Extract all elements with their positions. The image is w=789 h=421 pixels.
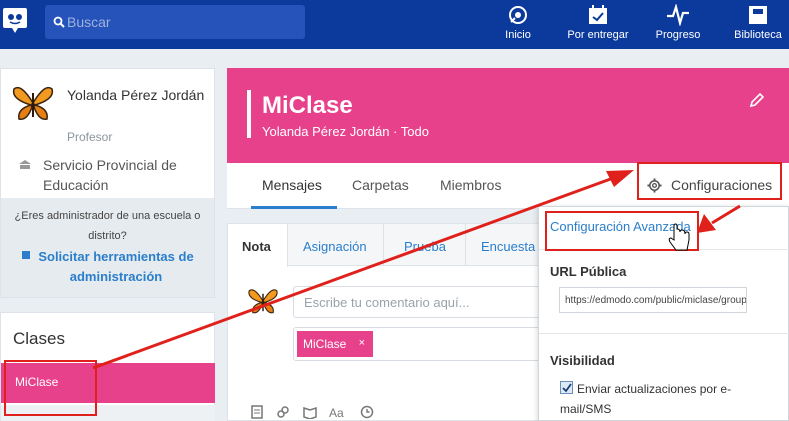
gear-icon (647, 178, 662, 193)
header-accent-bar (247, 90, 251, 138)
composer-tab-nota[interactable]: Nota (228, 224, 288, 267)
nav-progreso[interactable]: Progreso (652, 0, 704, 49)
school-link[interactable]: Servicio Provincial de Educación (19, 155, 214, 195)
pencil-icon[interactable] (749, 92, 765, 108)
tab-mensajes[interactable]: Mensajes (262, 177, 322, 193)
search-box[interactable] (45, 5, 305, 39)
tab-miembros[interactable]: Miembros (440, 177, 501, 193)
remove-recipient-icon[interactable]: × (359, 337, 365, 349)
advanced-settings-link[interactable]: Configuración Avanzada (550, 219, 691, 234)
dropdown-divider (539, 249, 789, 250)
library-icon (749, 6, 767, 24)
admin-bullet-icon (22, 251, 30, 259)
recipient-chip-label: MiClase (303, 337, 347, 351)
link-icon[interactable] (276, 405, 290, 419)
search-input[interactable] (67, 5, 297, 39)
composer-avatar (248, 289, 278, 314)
composer-tab-prueba[interactable]: Prueba (384, 224, 466, 266)
recipient-chip[interactable]: MiClase × (297, 331, 373, 357)
text-format-icon[interactable]: Aa (329, 405, 347, 420)
nav-inicio[interactable]: Inicio (498, 0, 538, 49)
settings-dropdown: Configuración Avanzada URL Pública https… (538, 206, 789, 421)
checkmark-icon (562, 383, 572, 393)
classes-heading: Clases (13, 329, 65, 348)
class-title: MiClase (262, 92, 353, 119)
nav-por-entregar-label: Por entregar (567, 29, 629, 41)
class-item-label: MiClase (15, 375, 59, 389)
composer-tab-asignacion[interactable]: Asignación (288, 224, 384, 266)
attach-file-icon[interactable] (250, 405, 264, 419)
calendar-check-icon (589, 5, 607, 24)
library-book-icon[interactable] (303, 405, 317, 420)
visibility-label: Visibilidad (550, 353, 615, 368)
butterfly-avatar[interactable] (11, 83, 55, 123)
top-navigation-bar: Inicio Por entregar Progreso Biblioteca (0, 0, 789, 49)
settings-button[interactable]: Configuraciones (647, 177, 772, 193)
composer-toolbar: Aa (250, 405, 382, 421)
dropdown-divider-2 (539, 333, 789, 334)
class-header: MiClase Yolanda Pérez Jordán · Todo (227, 68, 789, 163)
composer-tab-encuesta[interactable]: Encuesta (466, 224, 546, 266)
settings-label: Configuraciones (671, 177, 773, 193)
public-url-label: URL Pública (550, 264, 627, 279)
profile-role: Profesor (67, 130, 113, 144)
send-updates-label: Enviar actualizaciones por e-mail/SMS (560, 382, 732, 416)
nav-biblioteca-label: Biblioteca (734, 29, 782, 41)
classes-panel: Clases MiClase (0, 312, 215, 421)
nav-biblioteca[interactable]: Biblioteca (732, 0, 784, 49)
profile-card: Yolanda Pérez Jordán Profesor Servicio P… (0, 68, 215, 298)
home-icon (509, 6, 527, 24)
school-icon (19, 160, 31, 169)
school-name: Servicio Provincial de Educación (43, 157, 177, 193)
class-item-next[interactable] (1, 405, 215, 421)
pulse-icon (667, 4, 689, 26)
class-item-miclase[interactable]: MiClase (1, 363, 215, 403)
admin-question: ¿Eres administrador de una escuela o dis… (14, 210, 201, 242)
nav-inicio-label: Inicio (505, 29, 531, 41)
request-admin-tools-link[interactable]: Solicitar herramientas de administración (31, 247, 201, 287)
public-url-field[interactable]: https://edmodo.com/public/miclase/group-… (559, 287, 747, 313)
admin-request-box: ¿Eres administrador de una escuela o dis… (1, 198, 214, 297)
svg-text:Aa: Aa (329, 406, 344, 419)
tab-carpetas[interactable]: Carpetas (352, 177, 409, 193)
class-tabs: Mensajes Carpetas Miembros Configuracion… (227, 163, 789, 209)
active-tab-indicator (251, 206, 337, 209)
clock-icon[interactable] (360, 405, 374, 419)
edmodo-logo-icon[interactable] (2, 6, 28, 34)
profile-name[interactable]: Yolanda Pérez Jordán (67, 85, 207, 106)
search-icon (53, 16, 65, 28)
class-subtitle: Yolanda Pérez Jordán · Todo (262, 124, 429, 139)
send-updates-checkbox[interactable] (560, 381, 573, 394)
nav-progreso-label: Progreso (655, 29, 701, 41)
nav-por-entregar[interactable]: Por entregar (563, 0, 633, 49)
